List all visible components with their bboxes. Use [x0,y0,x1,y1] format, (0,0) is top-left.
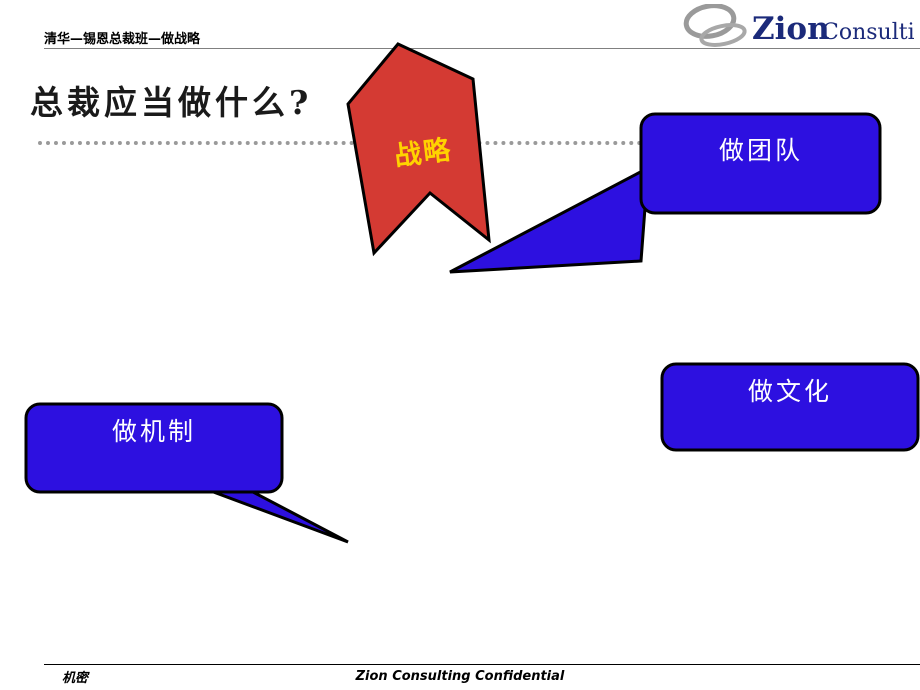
callout-label-team: 做团队 [718,136,803,165]
callout-tail-system [199,485,349,544]
callout-label-system: 做机制 [111,417,196,446]
callout-label-culture: 做文化 [747,377,832,406]
footer-divider [44,664,920,665]
diagram-shapes [24,42,920,544]
footer-confidential-en: Zion Consulting Confidential [355,669,565,684]
slide-canvas: 清华—锡恩总裁班—做战略 Zion Consulting 总裁应当做什么? 战略 [0,0,920,690]
